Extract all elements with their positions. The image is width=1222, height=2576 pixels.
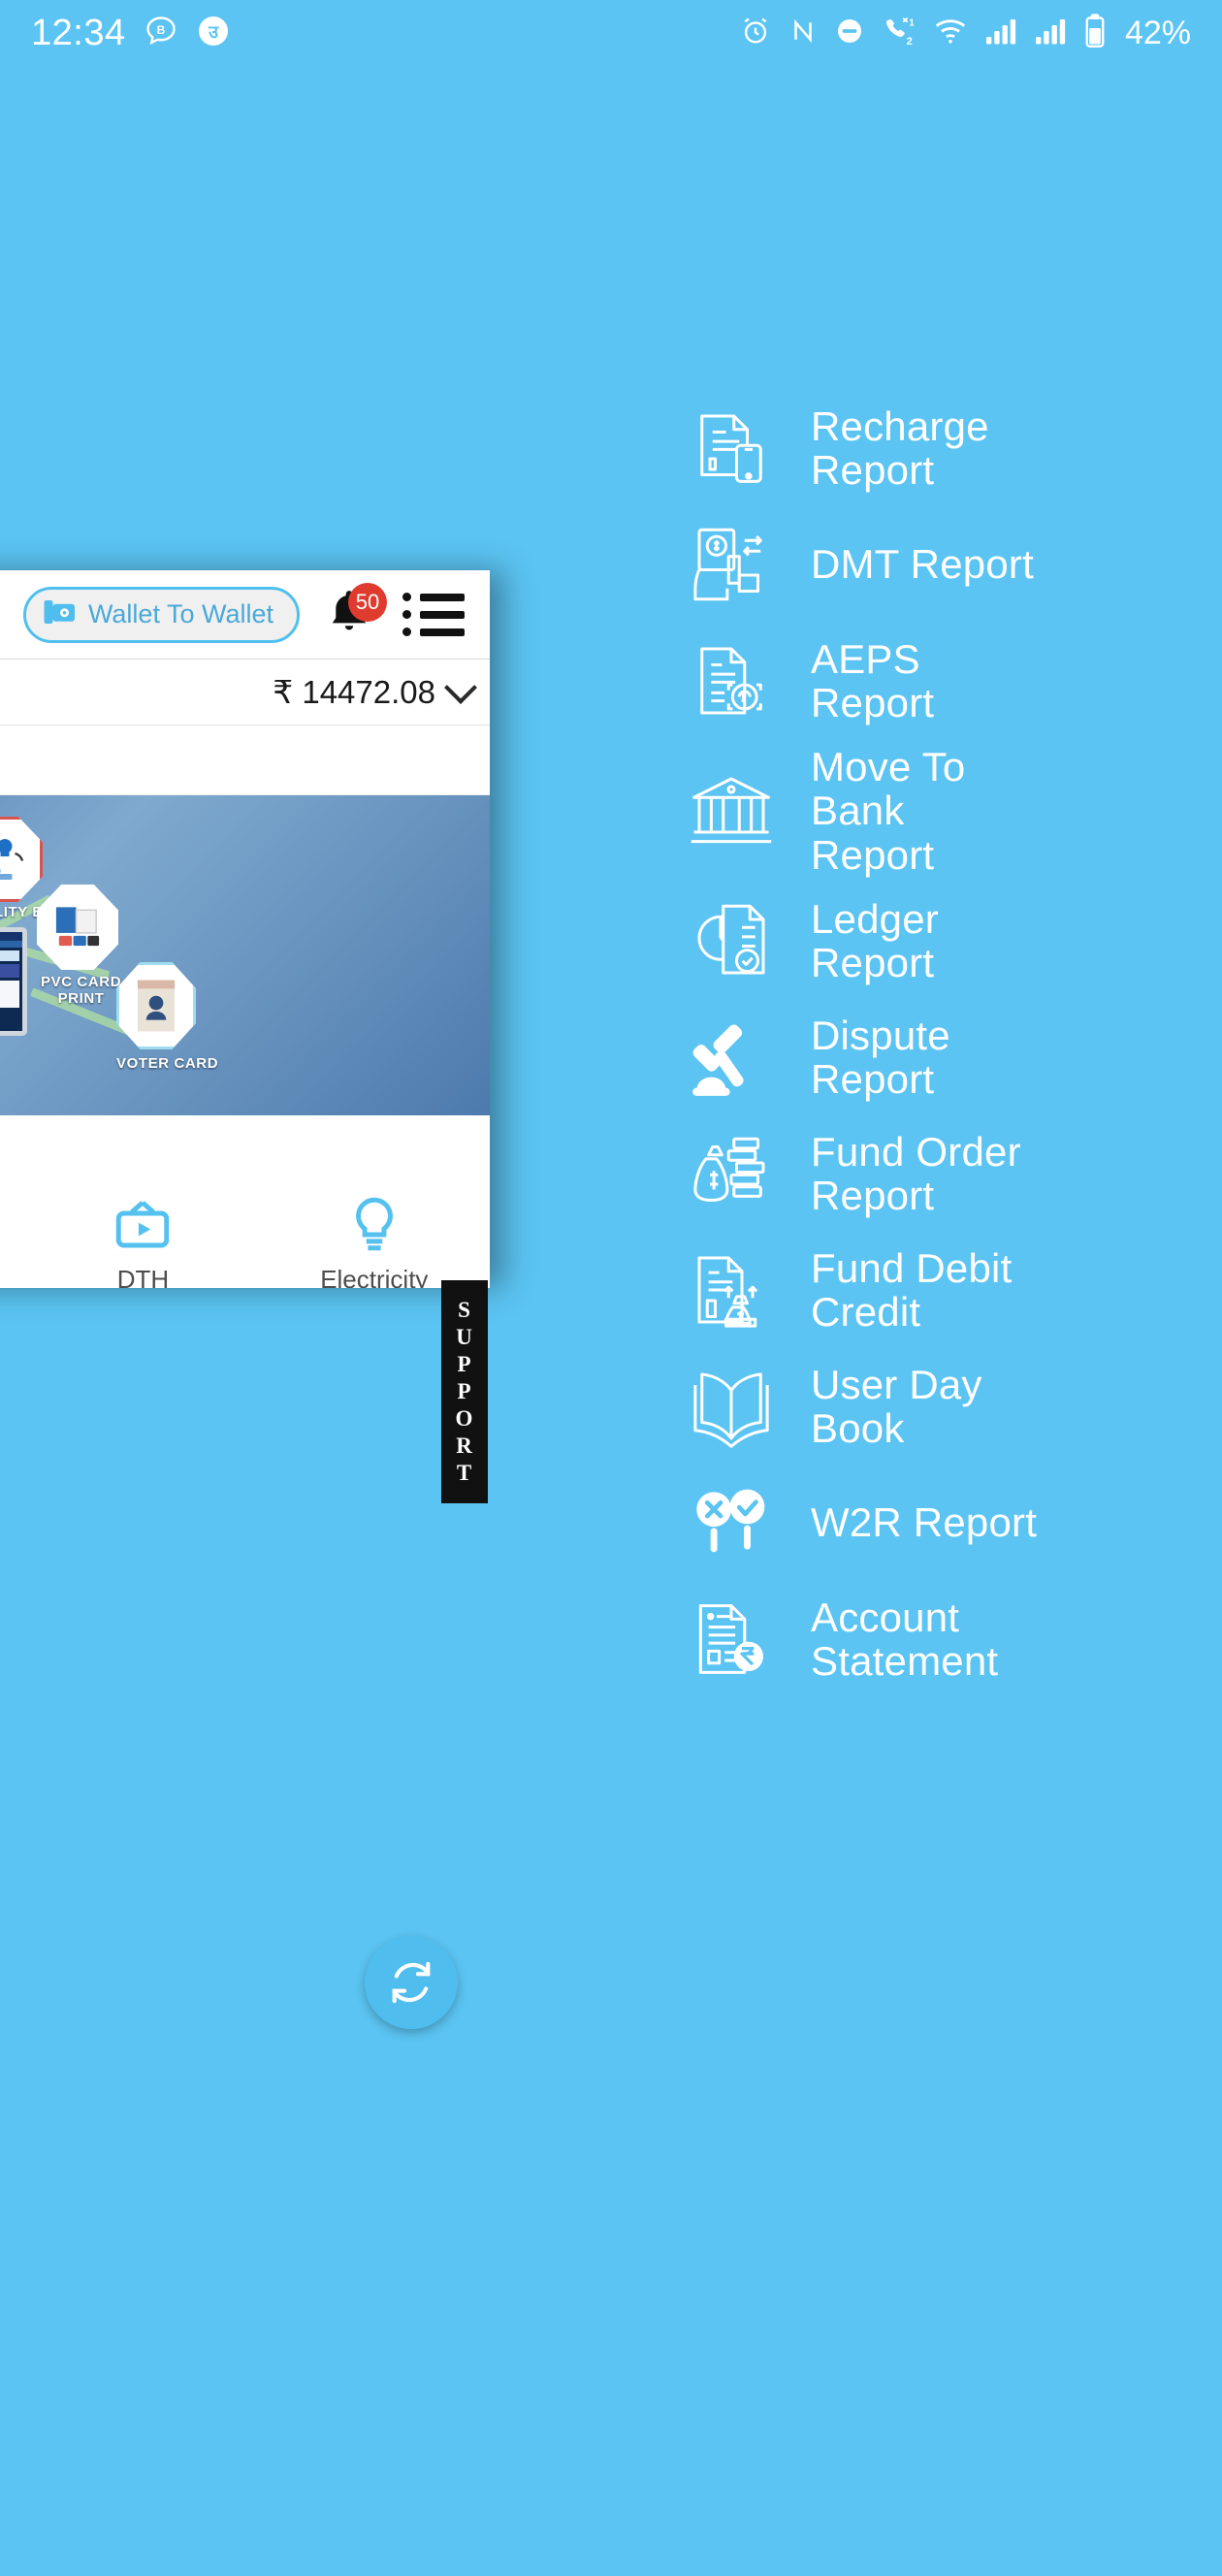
dispute-report-icon bbox=[689, 1014, 774, 1100]
bhim-rupee-icon: उ bbox=[196, 14, 231, 53]
drawer-item-fund-order-report[interactable]: Fund Order Report bbox=[485, 1121, 1222, 1226]
signal-sim2-icon bbox=[1034, 16, 1067, 50]
drawer-item-move-to-bank-report[interactable]: Move To Bank Report bbox=[485, 745, 1222, 877]
notification-bell-button[interactable]: 50 bbox=[325, 582, 387, 643]
do-not-disturb-icon bbox=[834, 16, 865, 51]
missed-call-sim2-icon: 1 2 bbox=[882, 15, 916, 52]
navigation-drawer: Recharge Report DMT Report AEPS Report M… bbox=[485, 66, 1222, 2576]
clock: 12:34 bbox=[31, 13, 126, 53]
drawer-item-label: Ledger Report bbox=[811, 895, 939, 986]
support-tab[interactable]: SU PP OR T bbox=[441, 1280, 488, 1503]
bills-item-electricity[interactable]: Electricity bbox=[259, 1175, 490, 1288]
account-statement-icon bbox=[689, 1596, 774, 1682]
app-top-bar: Wallet To Wallet 50 bbox=[0, 570, 490, 660]
balance-bar[interactable]: ₹ 14472.08 bbox=[0, 660, 490, 725]
wallet-to-wallet-button[interactable]: Wallet To Wallet bbox=[22, 586, 300, 643]
drawer-item-recharge-report[interactable]: Recharge Report bbox=[485, 396, 1222, 500]
status-bar: 12:34 B उ 1 2 42% bbox=[0, 0, 1222, 66]
status-bar-left: 12:34 B उ bbox=[31, 14, 231, 53]
bills-item-label: Electricity bbox=[320, 1265, 429, 1288]
bills-grid: ostpaid DTH bbox=[0, 1175, 490, 1288]
refresh-fab-button[interactable] bbox=[365, 1936, 458, 2029]
wallet-to-wallet-label: Wallet To Wallet bbox=[87, 599, 273, 628]
drawer-item-ledger-report[interactable]: Ledger Report bbox=[485, 888, 1222, 993]
chevron-down-icon[interactable] bbox=[444, 670, 477, 704]
battery-percent: 42% bbox=[1124, 15, 1191, 51]
banner-badge-voter bbox=[116, 962, 196, 1049]
notification-badge: 50 bbox=[348, 582, 387, 622]
drawer-item-label: Recharge Report bbox=[811, 402, 989, 493]
drawer-item-aeps-report[interactable]: AEPS Report bbox=[485, 628, 1222, 733]
drawer-item-dmt-report[interactable]: DMT Report bbox=[485, 512, 1222, 617]
banner-badge-utility bbox=[0, 817, 43, 902]
drawer-item-label: Account Statement bbox=[811, 1594, 999, 1685]
drawer-item-account-statement[interactable]: Account Statement bbox=[485, 1587, 1222, 1691]
battery-icon bbox=[1083, 13, 1107, 53]
drawer-item-label: Move To Bank Report bbox=[811, 744, 966, 878]
drawer-item-user-day-book[interactable]: User Day Book bbox=[485, 1354, 1222, 1459]
wallet-icon bbox=[42, 597, 79, 631]
bills-item-postpaid[interactable]: ostpaid bbox=[0, 1175, 27, 1288]
banner-badge-label: VOTER CARD bbox=[116, 1055, 219, 1072]
ledger-report-icon bbox=[689, 898, 774, 983]
bills-title: ills bbox=[0, 1143, 490, 1175]
drawer-item-label: Dispute Report bbox=[811, 1012, 950, 1103]
nfc-icon bbox=[788, 16, 818, 51]
signal-sim1-icon bbox=[984, 16, 1017, 50]
svg-text:2: 2 bbox=[907, 35, 913, 47]
balance-amount: ₹ 14472.08 bbox=[273, 674, 435, 710]
status-bar-right: 1 2 42% bbox=[739, 13, 1191, 53]
drawer-item-label: User Day Book bbox=[811, 1361, 982, 1452]
refresh-icon bbox=[386, 1957, 436, 2008]
drawer-item-label: W2R Report bbox=[811, 1499, 1038, 1546]
alarm-icon bbox=[739, 15, 772, 52]
bills-card: ills ostpaid bbox=[0, 1127, 490, 1288]
banner-monitor bbox=[0, 927, 27, 1068]
banner-badge-pvc bbox=[37, 885, 118, 970]
fund-debit-credit-icon bbox=[689, 1247, 774, 1333]
chat-b-icon: B bbox=[144, 14, 178, 53]
dth-icon bbox=[111, 1192, 175, 1256]
banner-badge-label: PVC CARD PRINT bbox=[41, 974, 122, 1007]
aeps-report-icon bbox=[689, 638, 774, 724]
bell-icon bbox=[325, 590, 373, 643]
drawer-item-label: Fund Debit Credit bbox=[811, 1244, 1013, 1336]
drawer-item-label: AEPS Report bbox=[811, 635, 935, 725]
notice-bar: M to 6 PM bbox=[0, 725, 490, 795]
menu-list-icon[interactable] bbox=[402, 593, 465, 636]
app-screen-preview: Wallet To Wallet 50 ₹ 14472.08 M to 6 PM bbox=[0, 570, 490, 1288]
promo-banner[interactable]: ORT RASHAN CARD UTILITY BILL bbox=[0, 795, 490, 1115]
w2r-report-icon bbox=[689, 1480, 774, 1565]
electricity-icon bbox=[342, 1192, 406, 1256]
drawer-item-dispute-report[interactable]: Dispute Report bbox=[485, 1005, 1222, 1110]
svg-text:1: 1 bbox=[909, 17, 915, 28]
recharge-report-icon bbox=[689, 405, 774, 491]
wifi-icon bbox=[933, 16, 968, 50]
drawer-item-label: Fund Order Report bbox=[811, 1128, 1021, 1219]
bills-item-dth[interactable]: DTH bbox=[27, 1175, 258, 1288]
drawer-item-w2r-report[interactable]: W2R Report bbox=[485, 1470, 1222, 1575]
bills-item-label: DTH bbox=[116, 1265, 170, 1288]
drawer-item-fund-debit-credit[interactable]: Fund Debit Credit bbox=[485, 1238, 1222, 1342]
user-day-book-icon bbox=[689, 1364, 774, 1449]
dmt-report-icon bbox=[689, 522, 774, 607]
fund-order-report-icon bbox=[689, 1131, 774, 1216]
svg-text:उ: उ bbox=[208, 21, 219, 41]
move-to-bank-report-icon bbox=[689, 768, 774, 853]
drawer-item-label: DMT Report bbox=[811, 541, 1034, 588]
svg-text:B: B bbox=[156, 23, 165, 37]
